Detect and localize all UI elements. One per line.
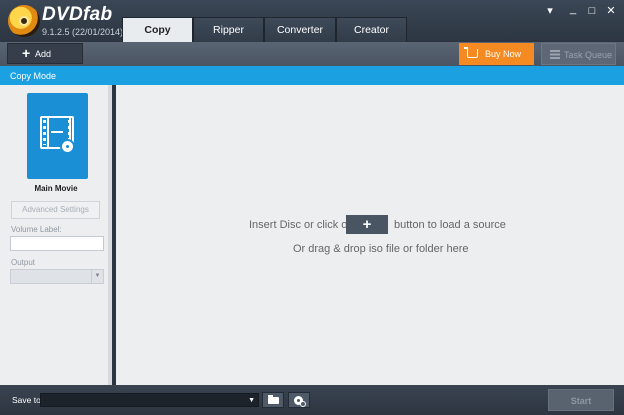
add-button[interactable]: + Add (7, 43, 83, 64)
tab-converter[interactable]: Converter (264, 17, 336, 42)
dropdown-menu-icon[interactable]: ▾ (543, 4, 557, 18)
close-icon[interactable]: ✕ (604, 4, 618, 18)
insert-disc-hint: Insert Disc or click on (249, 219, 354, 231)
maximize-icon[interactable]: □ (585, 4, 599, 18)
mode-bar: Copy Mode (0, 66, 624, 85)
tab-creator[interactable]: Creator (336, 17, 407, 42)
load-source-hint: button to load a source (394, 219, 506, 231)
bottom-bar: Save to: ▼ Start (0, 385, 624, 415)
disc-icon (60, 139, 75, 154)
volume-label-input[interactable] (10, 236, 104, 251)
folder-icon (268, 395, 279, 404)
advanced-settings-button[interactable]: Advanced Settings (11, 201, 100, 219)
add-label: Add (35, 49, 52, 59)
minimize-icon[interactable]: _ (566, 2, 580, 16)
title-bar: DVDfab 9.1.2.5 (22/01/2014) Copy Ripper … (0, 0, 624, 42)
save-to-label: Save to: (12, 395, 44, 405)
dvdfab-logo-icon (8, 5, 40, 37)
app-brand: DVDfab (42, 4, 113, 25)
film-divider (51, 131, 63, 133)
start-button[interactable]: Start (548, 389, 614, 411)
disc-output-button[interactable] (288, 392, 310, 408)
film-holes-left (43, 120, 46, 145)
output-select[interactable]: ▼ (10, 269, 104, 284)
load-source-button[interactable]: + (346, 215, 388, 234)
buy-now-label: Buy Now (485, 49, 522, 59)
toolbar: + Add Buy Now Task Queue (0, 42, 624, 66)
browse-folder-button[interactable] (262, 392, 284, 408)
buy-now-button[interactable]: Buy Now (459, 43, 534, 65)
drag-drop-hint: Or drag & drop iso file or folder here (293, 243, 469, 255)
main-movie-mode-card[interactable] (27, 93, 88, 179)
logo-disc (19, 16, 29, 26)
save-to-input[interactable]: ▼ (40, 393, 259, 407)
volume-label-caption: Volume Label: (11, 225, 62, 234)
output-caption: Output (11, 258, 36, 267)
task-queue-button[interactable]: Task Queue (541, 43, 616, 65)
chevron-down-icon[interactable]: ▼ (248, 394, 255, 407)
plus-icon: + (22, 45, 31, 61)
tab-ripper[interactable]: Ripper (193, 17, 264, 42)
app-version: 9.1.2.5 (22/01/2014) (42, 27, 124, 37)
module-tabs: Copy Ripper Converter Creator (122, 17, 407, 42)
task-queue-label: Task Queue (564, 50, 613, 60)
gear-icon (300, 401, 306, 407)
mode-title: Main Movie (34, 184, 78, 193)
mode-panel: Main Movie Advanced Settings Volume Labe… (0, 85, 112, 385)
list-icon (550, 50, 560, 59)
chevron-down-icon[interactable]: ▼ (91, 270, 103, 283)
copy-mode-label[interactable]: Copy Mode (10, 71, 56, 81)
source-drop-area[interactable]: Insert Disc or click on + button to load… (116, 85, 624, 385)
cart-icon (464, 47, 478, 58)
tab-copy[interactable]: Copy (122, 17, 193, 42)
